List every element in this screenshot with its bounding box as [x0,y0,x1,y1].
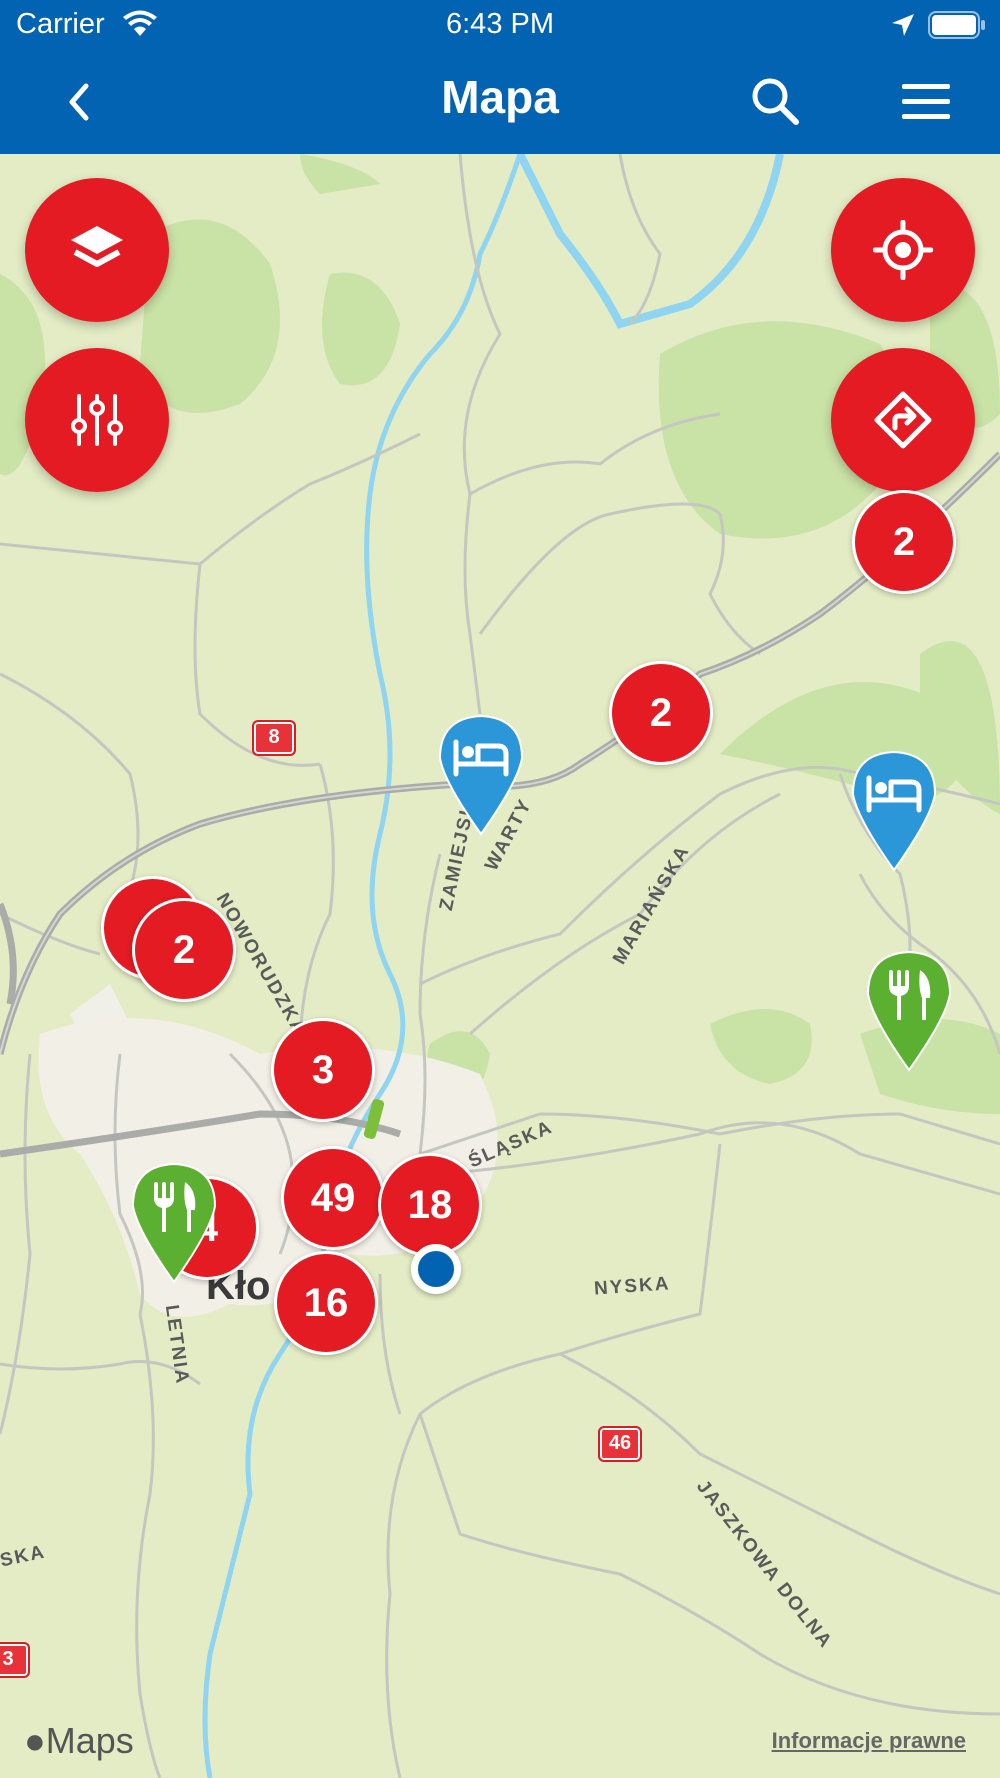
hamburger-menu-icon [902,84,950,119]
cluster-marker[interactable]: 3 [271,1018,375,1122]
filters-button[interactable] [25,348,169,492]
directions-icon [874,391,932,449]
search-button[interactable] [748,74,804,130]
cluster-marker[interactable]: 2 [132,898,236,1002]
cluster-marker[interactable]: 16 [274,1251,378,1355]
map-view[interactable]: ZAMIEJSKA WARTY MARIAŃSKA NOWORUDZKA ŚLĄ… [0,154,1000,1778]
crosshair-icon [873,220,933,280]
cluster-marker[interactable]: 49 [281,1146,385,1250]
app-header: Mapa [0,52,1000,154]
directions-button[interactable] [831,348,975,492]
user-location-dot [411,1244,461,1294]
restaurant-pin[interactable] [129,1160,219,1284]
layers-icon [71,226,123,267]
legal-link[interactable]: Informacje prawne [772,1728,966,1754]
hotel-pin[interactable] [436,712,526,836]
location-arrow-icon [890,12,916,43]
hotel-pin[interactable] [849,748,939,872]
layers-button[interactable] [25,178,169,322]
route-shield-3: 3 [0,1642,30,1678]
maps-logo-text: Maps [45,1720,134,1761]
clock: 6:43 PM [446,8,554,40]
status-bar: Carrier 6:43 PM [0,0,1000,52]
route-shield-46: 46 [598,1426,642,1462]
menu-button[interactable] [900,80,952,124]
apple-maps-logo: ●Maps [24,1720,134,1762]
cluster-marker[interactable]: 2 [609,661,713,765]
page-title: Mapa [441,71,559,123]
battery-icon [928,10,986,45]
search-icon [752,78,799,125]
cluster-marker[interactable]: 2 [852,490,956,594]
route-shield-8: 8 [252,720,296,756]
sliders-icon [71,394,123,446]
apple-logo-icon: ● [24,1720,46,1761]
restaurant-pin[interactable] [864,948,954,1072]
locate-me-button[interactable] [831,178,975,322]
cluster-marker[interactable]: 18 [378,1153,482,1257]
